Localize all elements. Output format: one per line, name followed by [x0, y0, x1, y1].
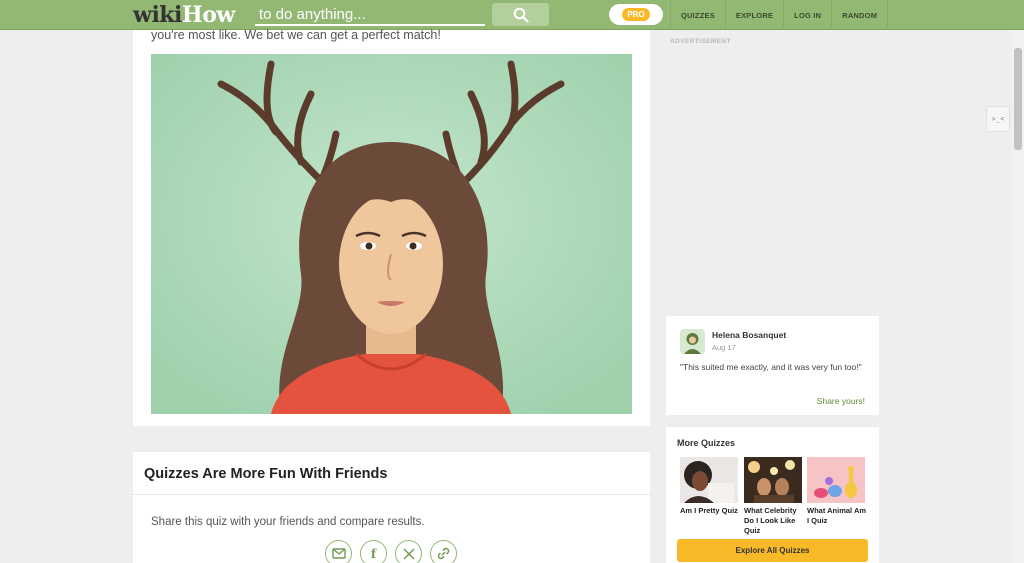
share-yours-link[interactable]: Share yours! [817, 396, 865, 406]
share-facebook-button[interactable]: f [360, 540, 387, 563]
explore-all-quizzes-button[interactable]: Explore All Quizzes [677, 539, 868, 562]
pro-badge: PRO [622, 8, 650, 21]
share-quiz-card: Quizzes Are More Fun With Friends Share … [133, 452, 650, 563]
quiz-thumbnail-what-animal[interactable] [807, 457, 865, 503]
review-text: "This suited me exactly, and it was very… [680, 362, 862, 372]
nav-explore[interactable]: EXPLORE [724, 0, 783, 30]
x-icon [402, 547, 415, 560]
quiz-intro-card: you're most like. We bet we can get a pe… [133, 28, 650, 426]
facebook-icon: f [370, 546, 377, 561]
share-link-button[interactable] [430, 540, 457, 563]
more-quizzes-title: More Quizzes [677, 438, 736, 448]
review-card: Helena Bosanquet Aug 17 "This suited me … [666, 316, 879, 415]
review-date: Aug 17 [712, 343, 736, 352]
share-description: Share this quiz with your friends and co… [151, 516, 425, 528]
share-email-button[interactable] [325, 540, 352, 563]
share-x-button[interactable] [395, 540, 422, 563]
advertisement-label: ADVERTISEMENT [670, 38, 731, 45]
link-icon [437, 547, 450, 560]
quiz-label-what-animal[interactable]: What Animal Am I Quiz [807, 506, 867, 526]
quiz-hero-illustration [151, 54, 632, 414]
search-button[interactable] [492, 3, 549, 26]
reviewer-name: Helena Bosanquet [712, 330, 787, 340]
share-buttons: f [325, 540, 457, 563]
avatar [680, 329, 705, 354]
divider [133, 494, 650, 495]
nav-random[interactable]: RANDOM [831, 0, 889, 30]
top-navigation-bar: wiki How PRO QUIZZES EXPLORE LOG IN RAND… [0, 0, 1024, 30]
email-icon [331, 548, 346, 559]
pro-button[interactable]: PRO [609, 4, 663, 25]
quiz-intro-text: you're most like. We bet we can get a pe… [151, 28, 441, 42]
scrollbar-thumb[interactable] [1014, 48, 1022, 150]
page-scrollbar[interactable] [1012, 30, 1024, 563]
share-section-title: Quizzes Are More Fun With Friends [144, 466, 388, 482]
wikihow-logo[interactable]: wiki How [133, 2, 235, 28]
main-nav: QUIZZES EXPLORE LOG IN RANDOM [670, 0, 889, 30]
floating-widget-icon[interactable]: >_< [986, 106, 1010, 132]
nav-quizzes[interactable]: QUIZZES [670, 0, 725, 30]
search-input[interactable] [255, 4, 485, 26]
search-icon [513, 7, 529, 23]
logo-text-how: How [181, 2, 235, 28]
quiz-label-what-celebrity[interactable]: What Celebrity Do I Look Like Quiz [744, 506, 804, 536]
quiz-thumbnail-am-i-pretty[interactable] [680, 457, 738, 503]
logo-text-wiki: wiki [133, 2, 182, 28]
quiz-label-am-i-pretty[interactable]: Am I Pretty Quiz [680, 506, 740, 516]
nav-log-in[interactable]: LOG IN [783, 0, 831, 30]
more-quizzes-card: More Quizzes Am I Pretty Quiz What Celeb… [666, 427, 879, 563]
quiz-thumbnail-what-celebrity[interactable] [744, 457, 802, 503]
